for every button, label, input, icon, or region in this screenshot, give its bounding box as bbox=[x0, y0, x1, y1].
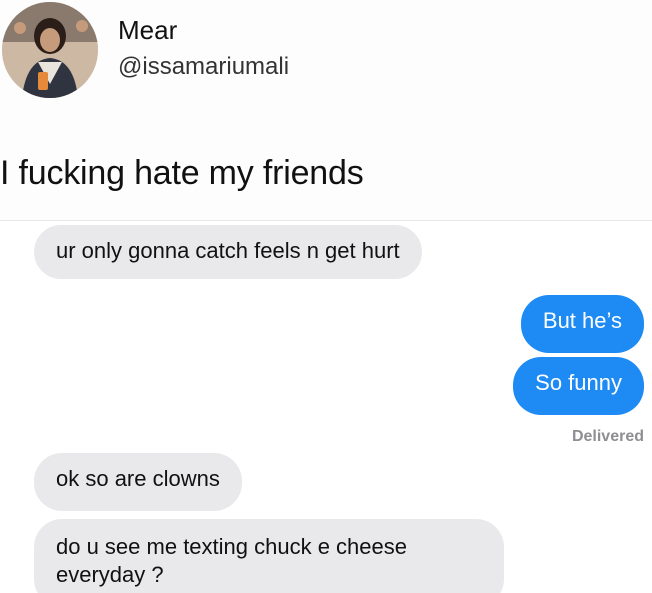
message-text: ur only gonna catch feels n get hurt bbox=[56, 238, 400, 263]
message-bubble-outgoing: But he’s bbox=[520, 295, 644, 353]
message-bubble-incoming: ok so are clowns bbox=[34, 453, 242, 511]
profile-avatar[interactable] bbox=[2, 2, 98, 98]
message-bubble-outgoing: So funny bbox=[513, 357, 644, 415]
message-text: do u see me texting chuck e cheese every… bbox=[56, 534, 407, 587]
tweet-text: I fucking hate my friends bbox=[0, 154, 364, 192]
imessage-conversation: ur only gonna catch feels n get hurt But… bbox=[0, 220, 652, 593]
user-handle[interactable]: @issamariumali bbox=[118, 52, 289, 82]
message-bubble-incoming: do u see me texting chuck e cheese every… bbox=[34, 519, 504, 593]
message-bubble-incoming: ur only gonna catch feels n get hurt bbox=[34, 225, 422, 279]
message-text: So funny bbox=[535, 370, 622, 395]
message-text: But he’s bbox=[542, 308, 622, 333]
delivery-status: Delivered bbox=[571, 428, 644, 445]
display-name[interactable]: Mear bbox=[118, 14, 177, 46]
tweet-screenshot: Mear @issamariumali I fucking hate my fr… bbox=[0, 0, 652, 593]
avatar-photo-icon bbox=[2, 2, 98, 98]
message-text: ok so are clowns bbox=[56, 466, 220, 491]
